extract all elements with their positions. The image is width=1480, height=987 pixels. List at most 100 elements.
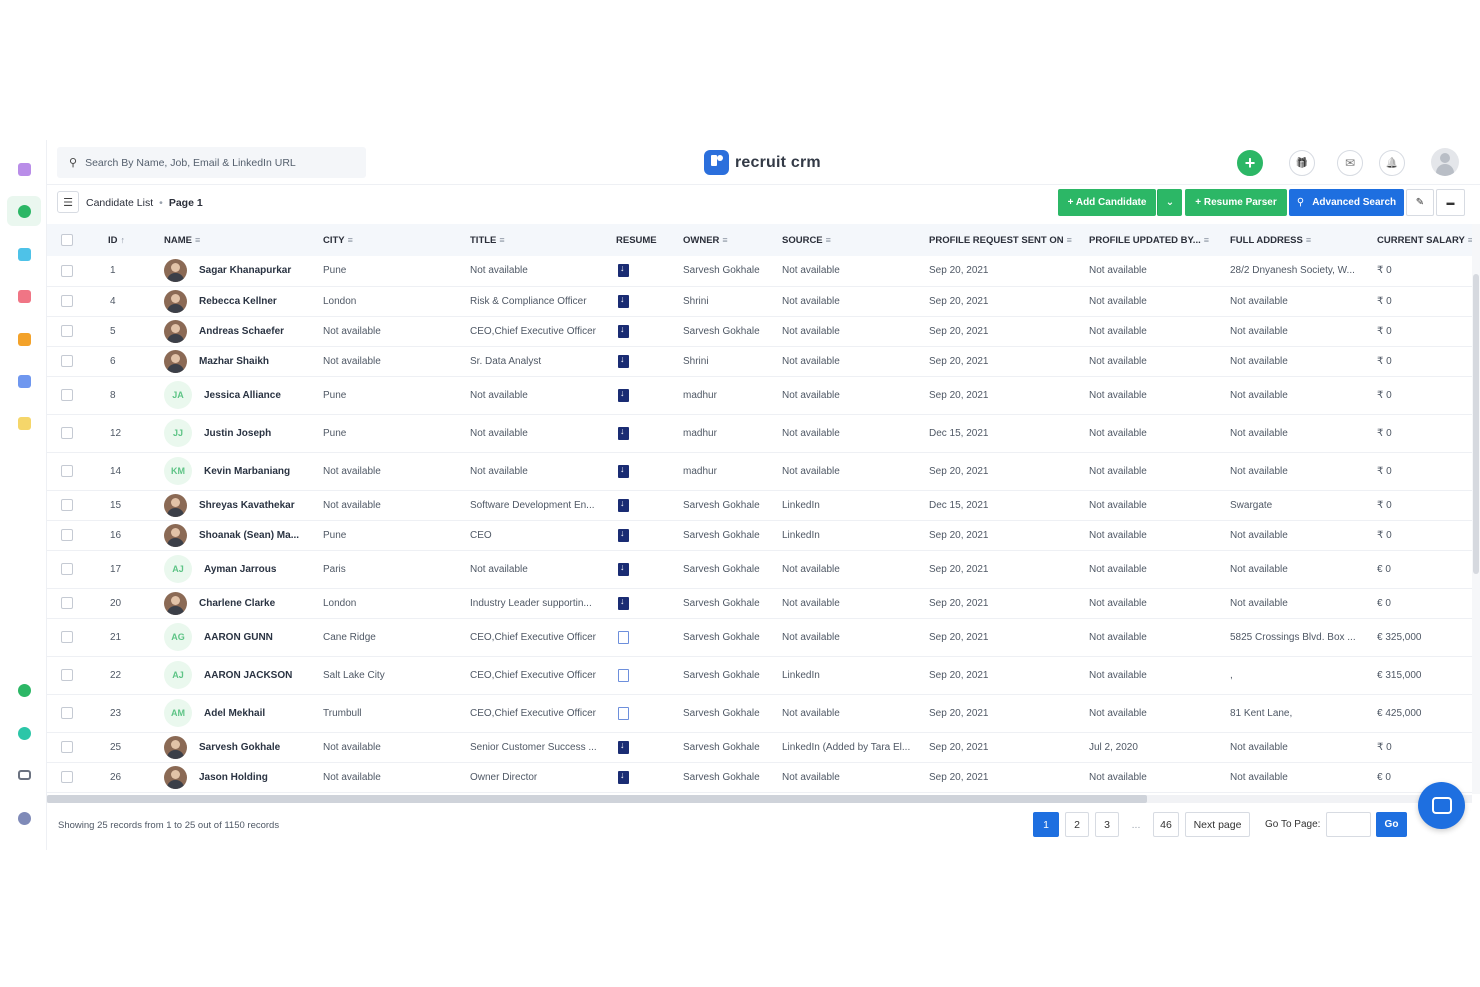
resume-empty-icon[interactable] xyxy=(618,630,629,644)
table-row[interactable]: 15 Shreyas Kavathekar Not available Softwar… xyxy=(47,490,1472,521)
candidate-name-link[interactable]: Shoanak (Sean) Ma... xyxy=(199,530,299,541)
col-owner[interactable]: OWNER ≡ xyxy=(683,224,782,256)
table-row[interactable]: 23 AM Adel Mekhail Trumbull CEO,Chief Execut… xyxy=(47,694,1472,733)
resume-download-icon[interactable] xyxy=(618,498,629,512)
tasks-icon[interactable] xyxy=(14,413,34,433)
candidate-name-link[interactable]: Jessica Alliance xyxy=(204,390,281,401)
candidate-name-link[interactable]: Justin Joseph xyxy=(204,428,271,439)
view-toggle-button[interactable]: ▬ xyxy=(1436,189,1465,216)
billing-icon[interactable] xyxy=(14,680,34,700)
sidebar-toggle-button[interactable]: ☰ xyxy=(57,191,79,213)
cell-name[interactable]: Shreyas Kavathekar xyxy=(164,490,323,521)
page-1-button[interactable]: 1 xyxy=(1033,812,1059,837)
candidate-name-link[interactable]: Ayman Jarrous xyxy=(204,564,276,575)
table-row[interactable]: 26 Jason Holding Not available Owner Direct… xyxy=(47,762,1472,793)
candidate-name-link[interactable]: Mazhar Shaikh xyxy=(199,356,269,367)
row-checkbox[interactable] xyxy=(61,295,73,307)
notifications-button[interactable]: 🔔 xyxy=(1379,150,1405,176)
table-row[interactable]: 5 Andreas Schaefer Not available CEO,Chief … xyxy=(47,316,1472,347)
row-checkbox[interactable] xyxy=(61,355,73,367)
horizontal-scrollbar[interactable] xyxy=(47,795,1472,803)
resume-download-icon[interactable] xyxy=(618,324,629,338)
candidate-name-link[interactable]: Adel Mekhail xyxy=(204,708,265,719)
go-button[interactable]: Go xyxy=(1376,812,1407,837)
resume-download-icon[interactable] xyxy=(618,294,629,308)
candidate-name-link[interactable]: AARON JACKSON xyxy=(204,670,292,681)
col-current-salary[interactable]: CURRENT SALARY ≡ xyxy=(1377,224,1472,256)
row-checkbox[interactable] xyxy=(61,707,73,719)
row-checkbox[interactable] xyxy=(61,741,73,753)
row-checkbox[interactable] xyxy=(61,631,73,643)
edit-columns-button[interactable]: ✎ xyxy=(1406,189,1434,216)
table-row[interactable]: 21 AG AARON GUNN Cane Ridge CEO,Chief Execut… xyxy=(47,618,1472,657)
cell-name[interactable]: Jason Holding xyxy=(164,762,323,793)
resume-parser-button[interactable]: + Resume Parser xyxy=(1185,189,1287,216)
next-page-button[interactable]: Next page xyxy=(1185,812,1250,837)
advanced-search-button[interactable]: ⚲ Advanced Search xyxy=(1289,189,1404,216)
cell-name[interactable]: KM Kevin Marbaniang xyxy=(164,452,323,491)
cell-name[interactable]: AM Adel Mekhail xyxy=(164,694,323,733)
col-title[interactable]: TITLE ≡ xyxy=(470,224,616,256)
resume-download-icon[interactable] xyxy=(618,596,629,610)
cell-name[interactable]: Andreas Schaefer xyxy=(164,316,323,347)
quick-add-button[interactable]: + xyxy=(1237,150,1263,176)
table-row[interactable]: 17AJAyman JarrousParisNot availableSarve… xyxy=(47,550,1472,589)
select-all-checkbox[interactable] xyxy=(61,234,73,246)
cell-name[interactable]: AJ AARON JACKSON xyxy=(164,656,323,695)
cell-name[interactable]: JJ Justin Joseph xyxy=(164,414,323,453)
goto-page-input[interactable] xyxy=(1326,812,1371,837)
cell-name[interactable]: Sarvesh Gokhale xyxy=(164,732,323,763)
page-2-button[interactable]: 2 xyxy=(1065,812,1089,837)
cell-name[interactable]: Charlene Clarke xyxy=(164,588,323,619)
cell-name[interactable]: Sagar Khanapurkar xyxy=(164,256,323,287)
resume-download-icon[interactable] xyxy=(618,770,629,784)
row-checkbox[interactable] xyxy=(61,264,73,277)
row-checkbox[interactable] xyxy=(61,499,73,511)
add-candidate-button[interactable]: + Add Candidate xyxy=(1058,189,1156,216)
resume-empty-icon[interactable] xyxy=(618,668,629,682)
row-checkbox[interactable] xyxy=(61,669,73,681)
row-checkbox[interactable] xyxy=(61,529,73,541)
resume-download-icon[interactable] xyxy=(618,740,629,754)
cell-name[interactable]: Shoanak (Sean) Ma... xyxy=(164,520,323,551)
candidate-name-link[interactable]: Charlene Clarke xyxy=(199,598,275,609)
row-checkbox[interactable] xyxy=(61,465,73,477)
col-id[interactable]: ID ↑ xyxy=(108,224,164,256)
resume-download-icon[interactable] xyxy=(618,388,629,402)
resume-download-icon[interactable] xyxy=(618,426,629,440)
col-name[interactable]: NAME ≡ xyxy=(164,224,323,256)
candidate-name-link[interactable]: Shreyas Kavathekar xyxy=(199,500,295,511)
vertical-scrollbar[interactable] xyxy=(1472,224,1480,794)
row-checkbox[interactable] xyxy=(61,389,73,401)
candidate-name-link[interactable]: Jason Holding xyxy=(199,772,268,783)
vertical-scroll-thumb[interactable] xyxy=(1473,274,1479,574)
brand-logo[interactable]: recruit crm xyxy=(704,150,821,175)
settings-icon[interactable] xyxy=(14,808,34,828)
resume-empty-icon[interactable] xyxy=(618,706,629,720)
mail-button[interactable]: ✉ xyxy=(1337,150,1363,176)
search-input[interactable] xyxy=(85,156,356,169)
chat-widget-button[interactable] xyxy=(1418,782,1465,829)
horizontal-scroll-thumb[interactable] xyxy=(47,795,1147,803)
col-profile-updated-by[interactable]: PROFILE UPDATED BY... ≡ xyxy=(1089,224,1230,256)
col-source[interactable]: SOURCE ≡ xyxy=(782,224,929,256)
table-row[interactable]: 8JAJessica AlliancePuneNot availablemadh… xyxy=(47,376,1472,415)
resume-download-icon[interactable] xyxy=(618,464,629,478)
candidate-name-link[interactable]: Andreas Schaefer xyxy=(199,326,284,337)
table-row[interactable]: 25 Sarvesh Gokhale Not available Senior Cus… xyxy=(47,732,1472,763)
table-row[interactable]: 6 Mazhar Shaikh Not available Sr. Data Anal… xyxy=(47,346,1472,377)
companies-icon[interactable] xyxy=(14,244,34,264)
table-row[interactable]: 14 KM Kevin Marbaniang Not available Not ava… xyxy=(47,452,1472,491)
analytics-icon[interactable] xyxy=(14,723,34,743)
candidate-name-link[interactable]: Kevin Marbaniang xyxy=(204,466,290,477)
candidates-icon[interactable] xyxy=(14,201,34,221)
candidate-name-link[interactable]: Rebecca Kellner xyxy=(199,296,277,307)
row-checkbox[interactable] xyxy=(61,563,73,575)
jobs-icon[interactable] xyxy=(14,329,34,349)
candidate-name-link[interactable]: Sagar Khanapurkar xyxy=(199,265,291,276)
add-candidate-dropdown[interactable]: ⌄ xyxy=(1157,189,1182,216)
table-row[interactable]: 16 Shoanak (Sean) Ma... PuneCEO Sarvesh Gok… xyxy=(47,520,1472,551)
row-checkbox[interactable] xyxy=(61,597,73,609)
global-search[interactable]: ⚲ xyxy=(57,147,366,178)
candidate-name-link[interactable]: Sarvesh Gokhale xyxy=(199,742,280,753)
